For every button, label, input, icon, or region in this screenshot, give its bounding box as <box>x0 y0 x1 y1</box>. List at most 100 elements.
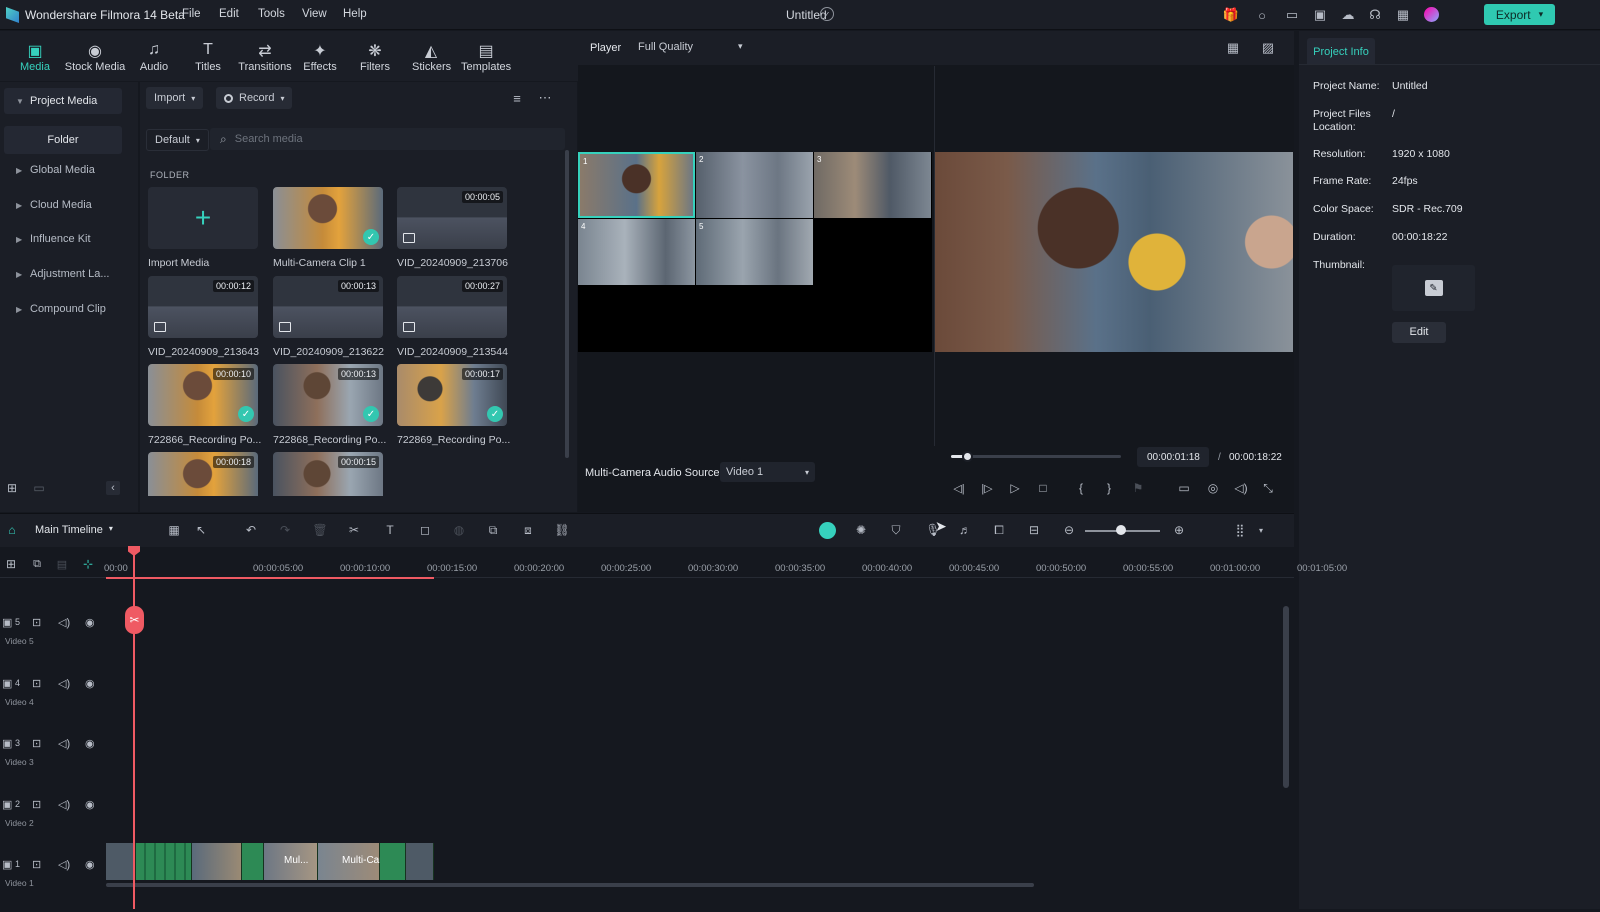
chevron-down-icon[interactable]: ▾ <box>1256 522 1266 538</box>
playback-progress-bar[interactable] <box>951 455 1121 458</box>
media-card[interactable]: 00:00:15 <box>273 452 385 496</box>
lock-icon[interactable]: ⊡ <box>32 798 41 811</box>
media-card[interactable]: 00:00:13 VID_20240909_213622 <box>273 276 385 364</box>
fullscreen-icon[interactable]: ⤡ <box>1260 480 1276 496</box>
timeline-clip[interactable]: Multi-Came... <box>318 843 401 880</box>
lock-icon[interactable]: ⊡ <box>32 737 41 750</box>
menu-view[interactable]: View <box>302 8 327 20</box>
speaker-icon[interactable]: ◁) <box>58 858 70 871</box>
menu-tools[interactable]: Tools <box>258 8 285 20</box>
color-icon[interactable]: ◍ <box>451 522 467 538</box>
select-tool-icon[interactable]: ↖ <box>193 522 209 538</box>
record-dropdown[interactable]: Record ▾ <box>216 87 293 109</box>
previous-frame-icon[interactable]: ◁| <box>951 480 967 496</box>
marker-icon[interactable]: ⚑ <box>1130 480 1146 496</box>
timeline-clip[interactable] <box>242 843 264 880</box>
stop-icon[interactable]: □ <box>1035 480 1051 496</box>
add-track-icon[interactable]: ⊞ <box>4 557 18 571</box>
sidebar-item-adjustment-layer[interactable]: ▶ Adjustment La... <box>4 261 122 287</box>
tool-templates[interactable]: ▤ Templates <box>461 41 511 73</box>
speed-icon[interactable]: ⧉ <box>485 522 501 538</box>
current-time-field[interactable]: 00:00:01:18 <box>1137 447 1209 467</box>
media-card[interactable]: 00:00:10 ✓ 722866_Recording Po... <box>148 364 261 452</box>
speaker-icon[interactable]: ◁) <box>58 737 70 750</box>
eye-icon[interactable]: ◉ <box>85 616 95 629</box>
quality-dropdown[interactable]: Full Quality ▾ <box>638 41 743 53</box>
pip-icon[interactable]: ⧠ <box>991 522 1007 538</box>
filter-icon[interactable]: ≡ <box>509 90 525 106</box>
link-tracks-icon[interactable]: ⧉ <box>29 557 45 571</box>
tab-project-info[interactable]: Project Info <box>1307 38 1375 64</box>
next-frame-icon[interactable]: |▷ <box>979 480 995 496</box>
speaker-icon[interactable]: ◁) <box>58 677 70 690</box>
media-card[interactable]: 00:00:18 <box>148 452 260 496</box>
ai-mate-icon[interactable] <box>819 522 836 539</box>
zoom-slider-knob[interactable] <box>1116 525 1126 535</box>
timeline-clip-strip[interactable]: Mul... Multi-Came... <box>106 843 434 880</box>
timeline-clip[interactable] <box>192 843 242 880</box>
more-icon[interactable]: ⋯ <box>537 90 553 106</box>
zoom-in-icon[interactable]: ⊕ <box>1171 522 1187 538</box>
media-card[interactable]: 00:00:27 VID_20240909_213544 <box>397 276 509 364</box>
tool-filters[interactable]: ❋ Filters <box>359 41 391 73</box>
layout-grid-icon[interactable]: ▦ <box>166 522 182 538</box>
sidebar-item-influence-kit[interactable]: ▶ Influence Kit <box>4 226 122 252</box>
timeline-clip[interactable] <box>136 843 192 880</box>
new-folder-icon[interactable]: ⊞ <box>5 481 19 495</box>
sidebar-item-project-media[interactable]: ▼ Project Media <box>4 88 122 114</box>
headset-icon[interactable]: ☊ <box>1366 6 1384 24</box>
camera-angle-4[interactable]: 4 <box>578 219 695 285</box>
camera-angle-1[interactable]: 1 <box>578 152 695 218</box>
tool-media[interactable]: ▣ Media <box>18 41 52 73</box>
collapse-sidebar-icon[interactable]: ‹ <box>106 481 120 495</box>
image-icon[interactable]: ▨ <box>1259 40 1277 56</box>
multicam-view-icon[interactable]: ▦ <box>1224 40 1242 56</box>
volume-icon[interactable]: ◁) <box>1233 480 1249 496</box>
home-icon[interactable]: ⌂ <box>4 522 20 538</box>
import-media-card[interactable]: + Import Media <box>148 187 260 275</box>
delete-icon[interactable]: 🗑 <box>312 522 328 538</box>
sidebar-item-folder[interactable]: Folder <box>4 126 122 154</box>
media-scrollbar[interactable] <box>565 150 569 458</box>
speaker-icon[interactable]: ◁) <box>58 616 70 629</box>
replace-icon[interactable]: ⧈ <box>520 522 536 538</box>
export-button[interactable]: Export ▾ <box>1484 4 1555 25</box>
edit-thumbnail-button[interactable]: Edit <box>1392 322 1446 343</box>
media-card[interactable]: 00:00:12 VID_20240909_213643 <box>148 276 260 364</box>
eye-icon[interactable]: ◉ <box>85 798 95 811</box>
timeline-horizontal-scrollbar[interactable] <box>106 883 1034 887</box>
snap-icon[interactable]: ⊟ <box>1026 522 1042 538</box>
camera-angle-5[interactable]: 5 <box>696 219 813 285</box>
camera-angle-3[interactable]: 3 <box>814 152 931 218</box>
magnet-icon[interactable]: ⊹ <box>81 557 95 571</box>
render-icon[interactable]: ✺ <box>853 522 869 538</box>
audio-mix-icon[interactable]: ♬ <box>957 522 973 538</box>
camera-angle-2[interactable]: 2 <box>696 152 813 218</box>
redo-icon[interactable]: ↷ <box>277 522 293 538</box>
grid-menu-icon[interactable]: ⣿ <box>1232 522 1248 538</box>
gift-icon[interactable]: 🎁 <box>1222 6 1240 24</box>
speaker-icon[interactable]: ◁) <box>58 798 70 811</box>
link-icon[interactable]: ⛓ <box>554 522 570 538</box>
zoom-out-icon[interactable]: ⊖ <box>1061 522 1077 538</box>
timeline-vertical-scrollbar[interactable] <box>1283 606 1289 788</box>
timeline-selector[interactable]: Main Timeline ▾ <box>35 524 113 536</box>
media-card[interactable]: 00:00:13 ✓ 722868_Recording Po... <box>273 364 386 452</box>
tool-titles[interactable]: T Titles <box>192 41 224 73</box>
timeline-clip[interactable] <box>106 843 136 880</box>
eye-icon[interactable]: ◉ <box>85 737 95 750</box>
timeline-clip[interactable]: Mul... <box>264 843 318 880</box>
playhead[interactable] <box>133 548 135 909</box>
menu-edit[interactable]: Edit <box>219 8 239 20</box>
media-card[interactable]: ✓ Multi-Camera Clip 1 <box>273 187 385 275</box>
cloud-icon[interactable]: ☁ <box>1339 6 1357 24</box>
media-card[interactable]: 00:00:05 VID_20240909_213706 <box>397 187 509 275</box>
track-manager-icon[interactable]: ▤ <box>55 557 69 571</box>
shield-icon[interactable]: ⛉ <box>888 522 904 538</box>
mark-out-icon[interactable]: } <box>1101 480 1117 496</box>
eye-icon[interactable]: ◉ <box>85 858 95 871</box>
timeline-clip[interactable] <box>406 843 434 880</box>
sidebar-item-compound-clip[interactable]: ▶ Compound Clip <box>4 296 122 322</box>
menu-help[interactable]: Help <box>343 8 367 20</box>
mark-in-icon[interactable]: { <box>1073 480 1089 496</box>
